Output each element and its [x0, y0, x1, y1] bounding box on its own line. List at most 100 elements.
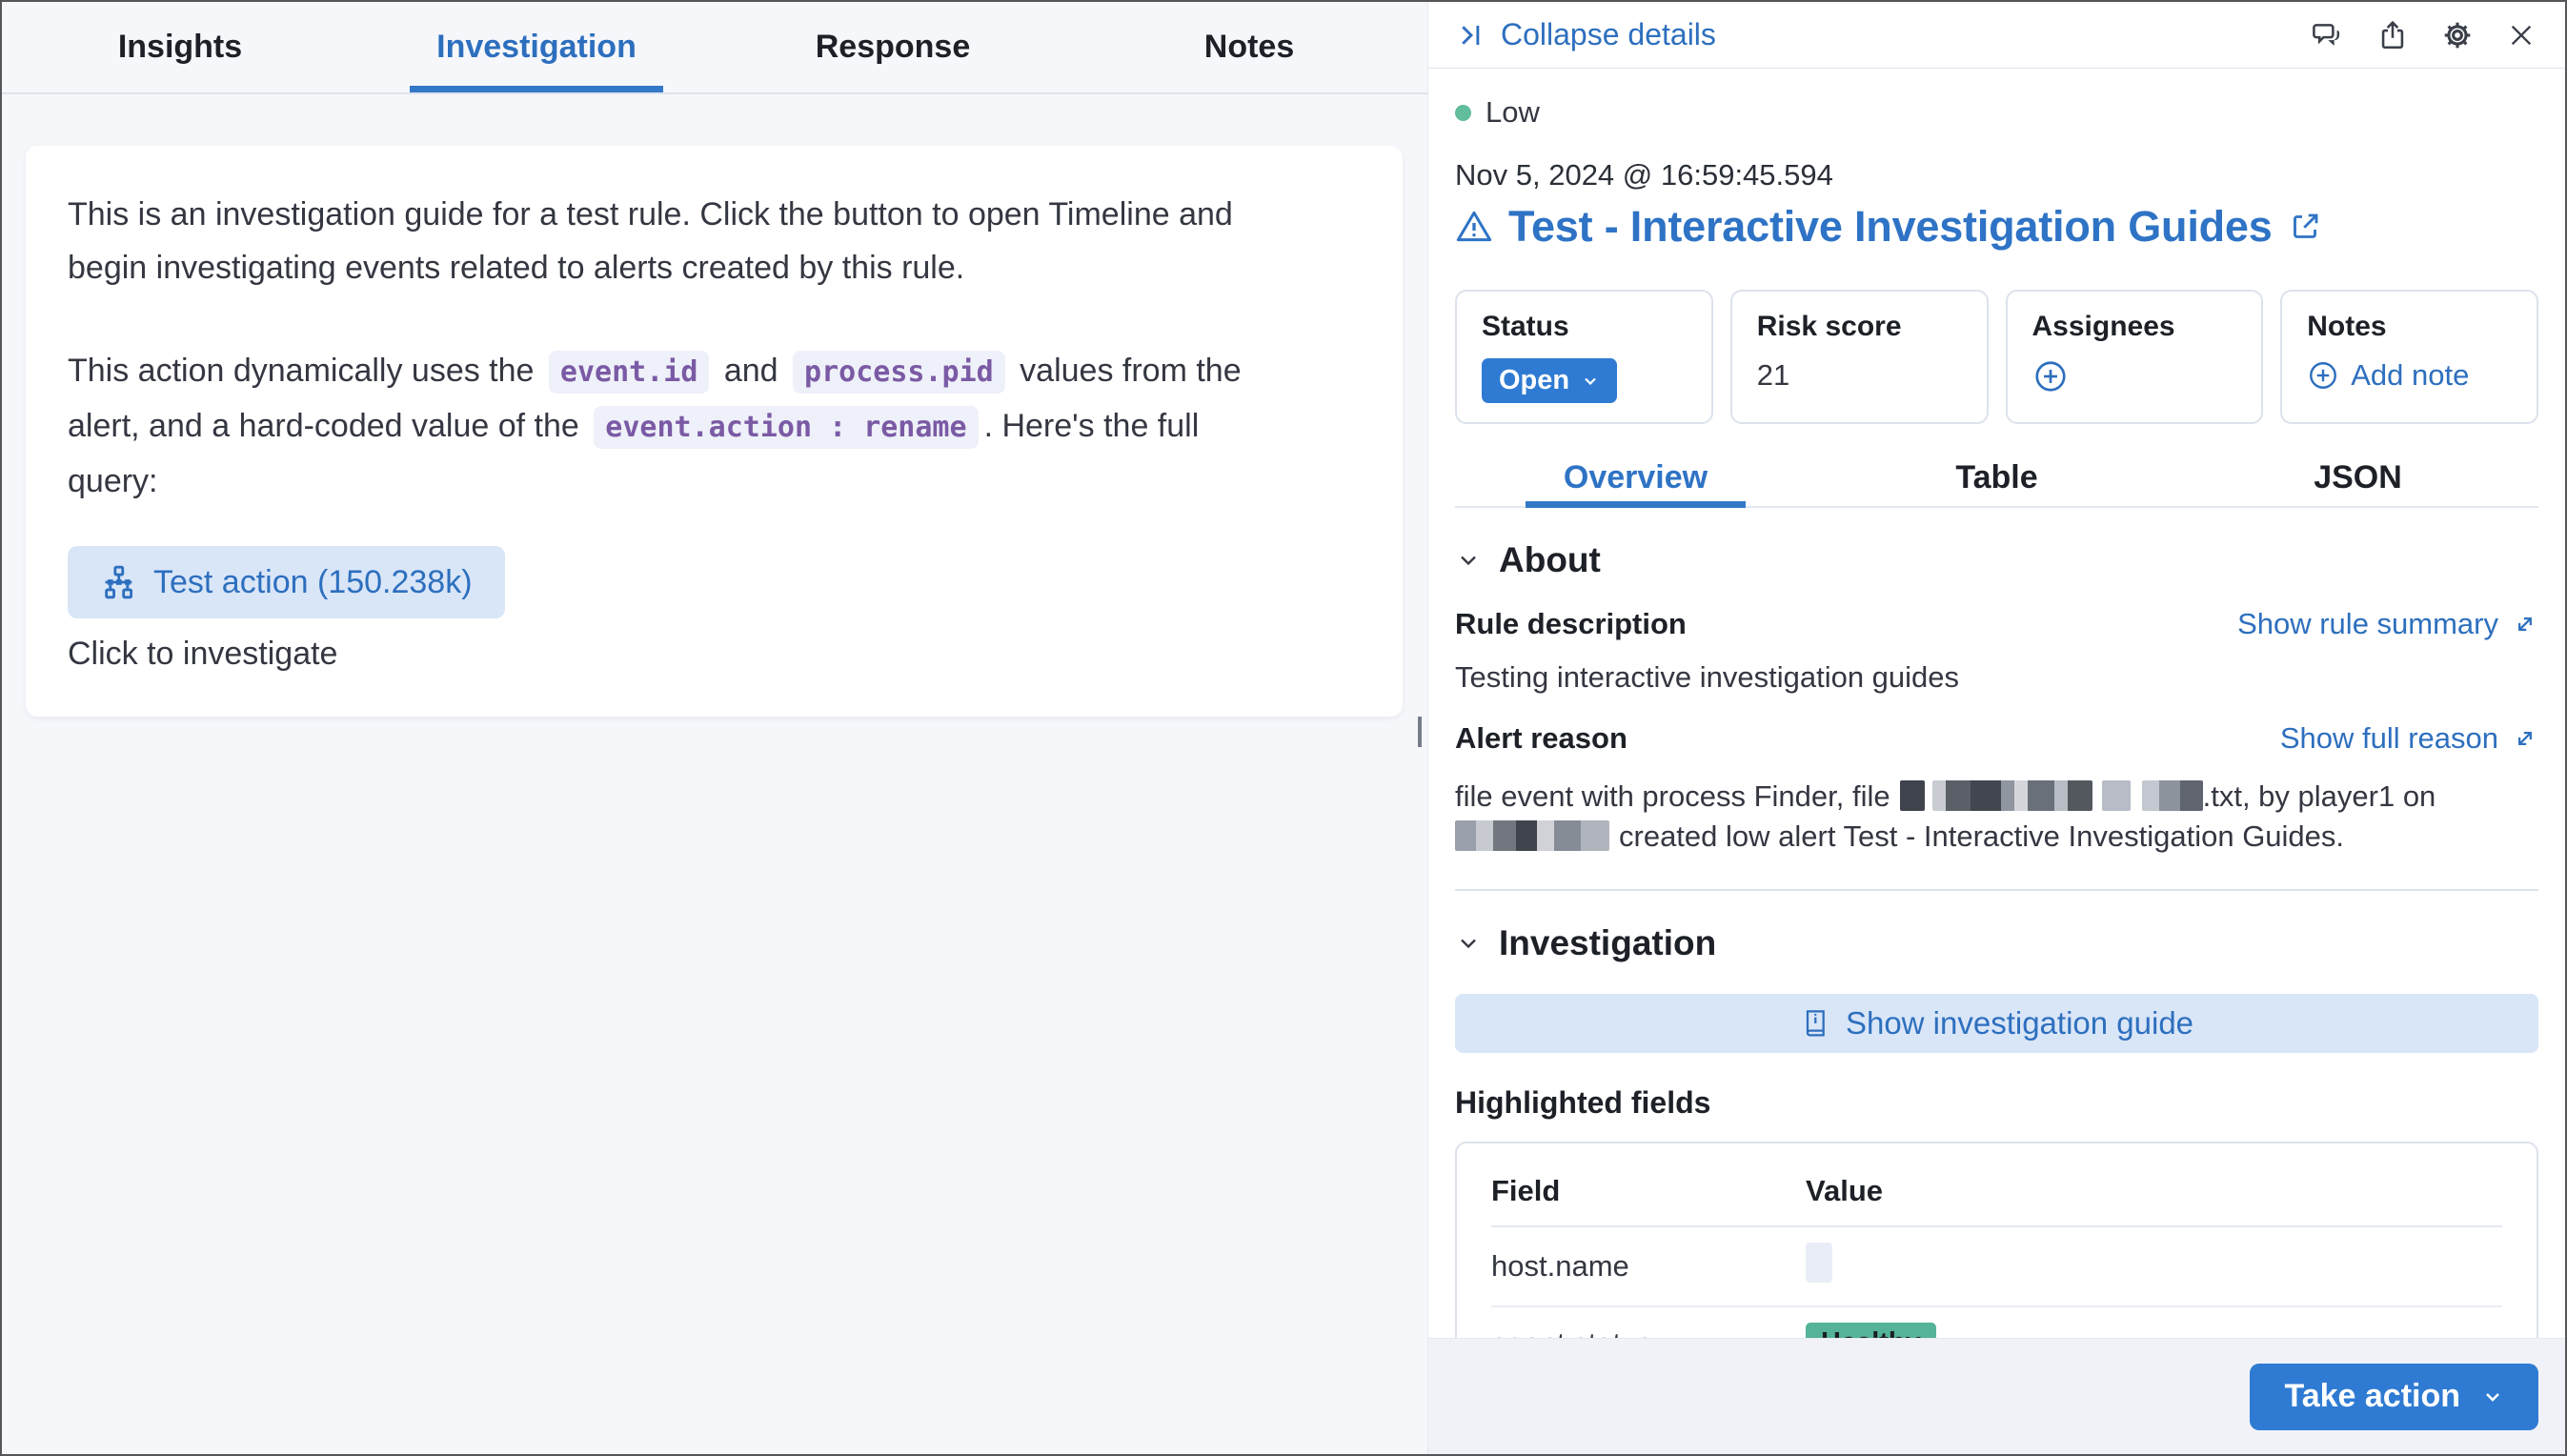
status-card: Status Open — [1455, 290, 1713, 424]
tab-insights-label: Insights — [118, 2, 242, 92]
severity-label: Low — [1486, 95, 1540, 130]
test-action-button[interactable]: Test action (150.238k) — [68, 546, 505, 618]
open-rule-popout-icon[interactable] — [2288, 210, 2322, 244]
export-icon[interactable] — [2376, 19, 2409, 51]
alert-details-flyout: Collapse details — [1427, 2, 2565, 1454]
chevron-down-icon — [1455, 930, 1482, 957]
guide-paragraph-1: This is an investigation guide for a tes… — [68, 188, 1278, 294]
risk-score-value: 21 — [1757, 358, 1789, 393]
guide-text-segment: and — [715, 353, 787, 389]
add-note-label: Add note — [2351, 358, 2469, 393]
collapse-details-icon — [1457, 21, 1486, 50]
redacted-block — [1900, 780, 1925, 811]
agent-status-badge: Healthy — [1806, 1323, 1936, 1338]
take-action-button[interactable]: Take action — [2250, 1364, 2538, 1430]
tab-investigation-label: Investigation — [436, 2, 637, 92]
alert-title-row: Test - Interactive Investigation Guides — [1455, 202, 2538, 252]
tab-insights[interactable]: Insights — [2, 2, 358, 92]
flyout-header: Collapse details — [1428, 2, 2565, 69]
notes-card: Notes Add note — [2280, 290, 2538, 424]
circle-plus-icon — [2032, 358, 2069, 394]
chevron-down-icon — [1581, 372, 1600, 391]
tab-table-label: Table — [1955, 449, 2037, 506]
status-card-title: Status — [1482, 311, 1687, 343]
add-assignee-button[interactable] — [2032, 358, 2069, 394]
severity-row: Low — [1455, 95, 2538, 130]
redacted-value — [1806, 1243, 1832, 1283]
field-cell: agent.status — [1491, 1306, 1806, 1338]
chevron-down-icon — [2481, 1385, 2504, 1408]
flyout-header-actions — [2312, 19, 2537, 51]
tab-overview[interactable]: Overview — [1455, 449, 1816, 506]
reason-part-1: file event with process Finder, file — [1455, 779, 1890, 813]
chevron-down-icon — [1455, 547, 1482, 574]
tab-response[interactable]: Response — [715, 2, 1071, 92]
show-investigation-guide-button[interactable]: Show investigation guide — [1455, 994, 2538, 1053]
tab-notes[interactable]: Notes — [1071, 2, 1427, 92]
guide-text-segment: This action dynamically uses the — [68, 353, 543, 389]
highlighted-fields-heading: Highlighted fields — [1455, 1085, 2538, 1121]
flyout-tab-bar: Overview Table JSON — [1455, 449, 2538, 508]
code-chip-process-pid: process.pid — [793, 351, 1005, 394]
alert-rule-title[interactable]: Test - Interactive Investigation Guides — [1508, 202, 2273, 252]
click-to-investigate-caption: Click to investigate — [68, 636, 1361, 673]
expand-icon — [2512, 611, 2538, 637]
status-open-label: Open — [1499, 365, 1569, 396]
summary-cards-row: Status Open Risk score 21 Assignees — [1455, 290, 2538, 424]
tab-json[interactable]: JSON — [2177, 449, 2538, 506]
add-note-button[interactable]: Add note — [2307, 358, 2469, 393]
show-full-reason-label: Show full reason — [2280, 721, 2498, 756]
code-chip-event-action: event.action : rename — [594, 406, 978, 449]
table-row: agent.status Healthy — [1491, 1306, 2502, 1338]
expand-icon — [2512, 725, 2538, 752]
assignees-card: Assignees — [2006, 290, 2264, 424]
tab-overview-label: Overview — [1564, 449, 1708, 506]
redacted-block — [1932, 780, 2092, 811]
warning-icon — [1455, 208, 1493, 246]
flyout-footer: Take action — [1428, 1338, 2565, 1454]
risk-score-title: Risk score — [1757, 311, 1962, 343]
close-icon[interactable] — [2506, 20, 2537, 51]
severity-dot — [1455, 105, 1471, 121]
table-header-row: Field Value — [1491, 1151, 2502, 1226]
timeline-icon — [100, 564, 136, 600]
about-section-toggle[interactable]: About — [1455, 540, 2538, 580]
rule-description-label: Rule description — [1455, 607, 1687, 641]
reason-part-2: .txt, by player1 on — [2203, 779, 2436, 813]
show-rule-summary-link[interactable]: Show rule summary — [2237, 607, 2538, 641]
collapse-details-label: Collapse details — [1501, 17, 1716, 52]
show-rule-summary-label: Show rule summary — [2237, 607, 2498, 641]
redacted-block — [1455, 820, 1609, 851]
collapse-details-button[interactable]: Collapse details — [1457, 17, 1716, 52]
tab-json-label: JSON — [2314, 449, 2402, 506]
highlighted-fields-card: Field Value host.name agent.status Healt… — [1455, 1142, 2538, 1338]
alert-reason-text: file event with process Finder, file .txt… — [1455, 777, 2538, 857]
alert-reason-label: Alert reason — [1455, 721, 1627, 756]
show-full-reason-link[interactable]: Show full reason — [2280, 721, 2538, 756]
risk-score-card: Risk score 21 — [1730, 290, 1989, 424]
highlighted-fields-table: Field Value host.name agent.status Healt… — [1491, 1151, 2502, 1338]
take-action-label: Take action — [2284, 1378, 2460, 1415]
value-column-header: Value — [1806, 1151, 2502, 1226]
alert-reason-row: Alert reason Show full reason — [1455, 721, 2538, 756]
comments-icon[interactable] — [2312, 19, 2344, 51]
guide-paragraph-2: This action dynamically uses the event.i… — [68, 344, 1278, 508]
code-chip-event-id: event.id — [549, 351, 710, 394]
table-row: host.name — [1491, 1226, 2502, 1306]
tab-investigation[interactable]: Investigation — [358, 2, 715, 92]
documentation-icon — [1800, 1008, 1830, 1039]
settings-icon[interactable] — [2441, 19, 2474, 51]
about-heading: About — [1499, 540, 1601, 580]
investigation-section-toggle[interactable]: Investigation — [1455, 923, 2538, 963]
rule-description-row: Rule description Show rule summary — [1455, 607, 2538, 641]
section-divider — [1455, 889, 2538, 891]
assignees-title: Assignees — [2032, 311, 2237, 343]
alert-left-panel: Insights Investigation Response Notes Th… — [2, 2, 1427, 1454]
status-open-badge[interactable]: Open — [1482, 358, 1617, 403]
circle-plus-icon — [2307, 359, 2339, 392]
tab-table[interactable]: Table — [1816, 449, 2177, 506]
investigation-heading: Investigation — [1499, 923, 1716, 963]
investigation-guide-card: This is an investigation guide for a tes… — [26, 146, 1403, 717]
app-window: Insights Investigation Response Notes Th… — [0, 0, 2567, 1456]
tab-response-label: Response — [816, 2, 971, 92]
